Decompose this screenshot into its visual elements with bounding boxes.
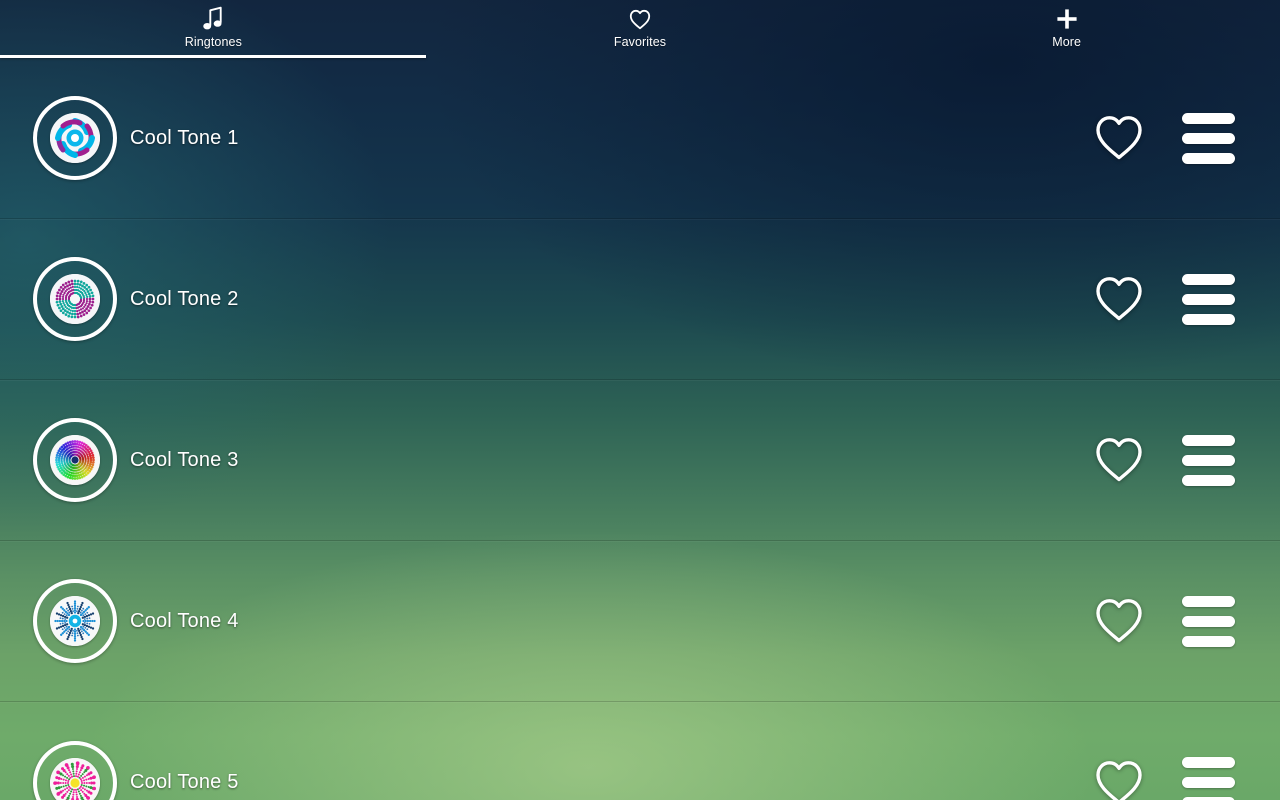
hamburger-menu-icon[interactable] xyxy=(1173,267,1243,331)
plus-icon xyxy=(1055,4,1079,34)
hamburger-menu-icon[interactable] xyxy=(1173,751,1243,800)
tab-favorites[interactable]: Favorites xyxy=(427,0,854,58)
list-item[interactable]: Cool Tone 3 xyxy=(0,380,1280,541)
favorite-button[interactable] xyxy=(1087,106,1151,170)
heart-outline-icon xyxy=(1096,116,1142,160)
favorite-button[interactable] xyxy=(1087,428,1151,492)
ringtone-list: Cool Tone 1 Cool Tone 2 Cool Tone 3 Cool… xyxy=(0,58,1280,800)
ringtone-title: Cool Tone 3 xyxy=(130,448,239,471)
list-item[interactable]: Cool Tone 2 xyxy=(0,219,1280,380)
ringtone-thumbnail[interactable] xyxy=(33,740,117,800)
list-item[interactable]: Cool Tone 5 xyxy=(0,702,1280,800)
favorite-button[interactable] xyxy=(1087,751,1151,800)
ringtone-title: Cool Tone 5 xyxy=(130,771,239,793)
swirl-vortex-art xyxy=(50,113,100,163)
favorite-button[interactable] xyxy=(1087,267,1151,331)
menu-bar xyxy=(1181,132,1235,144)
tab-ringtones[interactable]: Ringtones xyxy=(0,0,427,58)
menu-bar xyxy=(1181,434,1235,446)
heart-outline-icon xyxy=(1096,599,1142,643)
hamburger-menu-icon[interactable] xyxy=(1173,428,1243,492)
row-actions xyxy=(1087,751,1243,800)
hamburger-menu-icon[interactable] xyxy=(1173,106,1243,170)
menu-bar xyxy=(1181,293,1235,305)
tab-bar: Ringtones Favorites More xyxy=(0,0,1280,58)
menu-bar xyxy=(1181,152,1235,164)
menu-bar xyxy=(1181,474,1235,486)
menu-bar xyxy=(1181,777,1235,788)
row-actions xyxy=(1087,267,1243,331)
hamburger-menu-icon[interactable] xyxy=(1173,589,1243,653)
ringtone-thumbnail[interactable] xyxy=(33,96,117,180)
ringtone-thumbnail[interactable] xyxy=(33,418,117,502)
tab-favorites-label: Favorites xyxy=(613,35,667,49)
menu-bar xyxy=(1181,273,1235,285)
row-actions xyxy=(1087,589,1243,653)
tab-ringtones-label: Ringtones xyxy=(184,35,242,49)
menu-bar xyxy=(1181,313,1235,325)
row-actions xyxy=(1087,106,1243,170)
row-actions xyxy=(1087,428,1243,492)
ringtone-thumbnail[interactable] xyxy=(33,579,117,663)
menu-bar xyxy=(1181,595,1235,607)
tab-more[interactable]: More xyxy=(853,0,1280,58)
menu-bar xyxy=(1181,112,1235,124)
heart-icon xyxy=(629,4,651,34)
menu-bar xyxy=(1181,454,1235,466)
color-wheel-art xyxy=(50,435,100,485)
heart-outline-icon xyxy=(1096,760,1142,800)
ringtone-thumbnail[interactable] xyxy=(33,257,117,341)
music-note-icon xyxy=(202,4,224,34)
list-item[interactable]: Cool Tone 1 xyxy=(0,58,1280,219)
menu-bar xyxy=(1181,635,1235,647)
list-item[interactable]: Cool Tone 4 xyxy=(0,541,1280,702)
ringtone-title: Cool Tone 1 xyxy=(130,126,239,149)
menu-bar xyxy=(1181,757,1235,768)
tab-more-label: More xyxy=(1052,35,1082,49)
menu-bar xyxy=(1181,615,1235,627)
active-tab-indicator xyxy=(0,55,426,58)
ringtone-title: Cool Tone 2 xyxy=(130,287,239,310)
ringtone-title: Cool Tone 4 xyxy=(130,609,239,632)
heart-outline-icon xyxy=(1096,438,1142,482)
heart-outline-icon xyxy=(1096,277,1142,321)
favorite-button[interactable] xyxy=(1087,589,1151,653)
sunburst-art xyxy=(50,596,100,646)
radial-dots-art xyxy=(50,274,100,324)
